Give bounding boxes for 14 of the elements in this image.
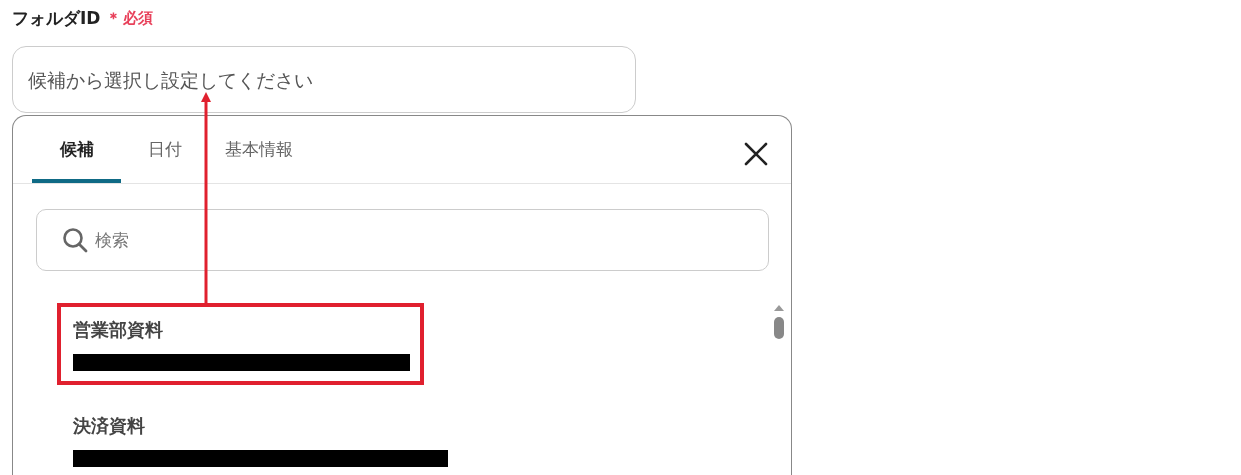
search-field[interactable]: 検索: [36, 209, 769, 271]
tab[interactable]: 日付: [121, 138, 209, 183]
folder-id-field[interactable]: 候補から選択し設定してください: [12, 46, 636, 113]
item-title: 決済資料: [73, 414, 146, 438]
required-mark: ＊: [106, 8, 122, 28]
highlighted-list-item[interactable]: 営業部資料: [57, 303, 424, 385]
required-text: 必須: [123, 8, 154, 28]
close-icon[interactable]: [743, 141, 769, 167]
list-item[interactable]: 決済資料: [57, 399, 462, 475]
tab[interactable]: 基本情報: [209, 138, 309, 183]
search-icon: [62, 227, 88, 253]
field-label: フォルダID: [12, 6, 101, 30]
item-title: 営業部資料: [73, 318, 164, 342]
tab[interactable]: 候補: [32, 138, 121, 183]
